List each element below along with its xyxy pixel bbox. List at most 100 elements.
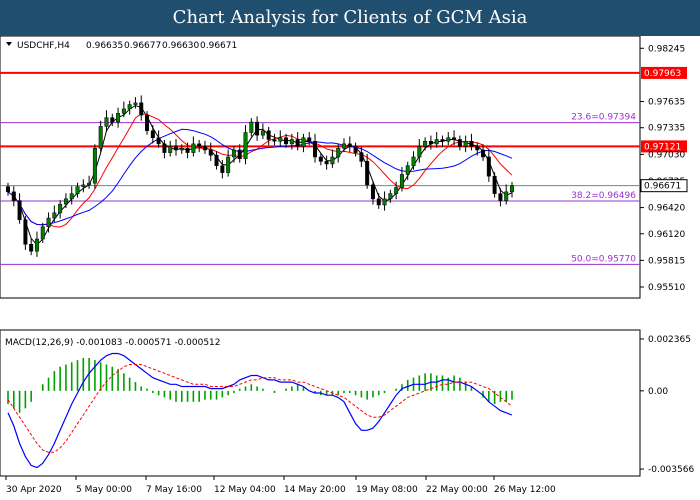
fib-label-1: 38.2=0.96496 xyxy=(571,191,636,201)
candle-body-16 xyxy=(98,126,103,149)
macd-tick-label-0: 0.002365 xyxy=(648,335,691,345)
candle-body-21 xyxy=(127,104,132,110)
time-tick-label-2: 7 May 16:00 xyxy=(146,485,202,495)
candle-body-71 xyxy=(417,146,422,158)
candle-body-8 xyxy=(52,212,57,219)
fib-label-0: 23.6=0.97394 xyxy=(571,113,636,123)
chart-header: USDCHF,H4 0.96635 0.96677 0.96630 0.9667… xyxy=(6,41,237,51)
candle-body-28 xyxy=(168,146,173,153)
time-tick-label-6: 22 May 00:00 xyxy=(426,485,488,495)
candle-body-17 xyxy=(104,117,109,127)
macd-label: MACD(12,26,9) -0.001083 -0.000571 -0.000… xyxy=(5,338,221,348)
candle-body-62 xyxy=(365,161,370,186)
candle-body-54 xyxy=(318,156,323,162)
time-tick-label-3: 12 May 04:00 xyxy=(214,485,276,495)
candle-body-25 xyxy=(150,130,155,139)
candle-body-70 xyxy=(411,156,416,166)
candle-body-60 xyxy=(353,146,358,153)
candle-body-18 xyxy=(110,117,115,123)
candle-body-69 xyxy=(405,165,410,175)
candle-body-11 xyxy=(69,193,74,200)
candle-body-24 xyxy=(145,114,150,132)
price-tick-label-2: 0.97335 xyxy=(648,124,685,134)
candle-body-68 xyxy=(399,174,404,188)
price-chart: 23.6=0.97394 38.2=0.96496 50.0=0.95770 0.9… xyxy=(0,36,694,495)
time-tick-label-5: 19 May 08:00 xyxy=(356,485,418,495)
resistance-box-label-0: 0.97963 xyxy=(644,69,681,79)
macd-axis: 0.002365 0.00 -0.003566 xyxy=(640,335,694,475)
candle-body-81 xyxy=(475,146,480,151)
candle-body-26 xyxy=(156,137,161,145)
candle-body-10 xyxy=(63,198,68,205)
candle-body-63 xyxy=(370,184,375,200)
candle-body-33 xyxy=(197,143,202,147)
candle-body-65 xyxy=(382,198,387,206)
time-tick-label-0: 30 Apr 2020 xyxy=(6,485,62,495)
candle-body-64 xyxy=(376,198,381,206)
candle-body-7 xyxy=(46,217,51,228)
fib-label-2: 50.0=0.95770 xyxy=(571,254,636,264)
candle-body-58 xyxy=(342,143,346,149)
candle-body-61 xyxy=(359,152,364,162)
chart-symbol: USDCHF,H4 xyxy=(17,41,70,51)
candle-body-44 xyxy=(260,130,265,136)
candle-body-57 xyxy=(336,147,341,158)
candle-body-87 xyxy=(510,185,514,193)
candle-body-51 xyxy=(301,137,306,147)
candle-body-86 xyxy=(504,191,509,201)
candle-body-35 xyxy=(208,149,213,156)
price-tick-label-5: 0.96420 xyxy=(648,204,685,214)
candle-body-0 xyxy=(6,186,10,193)
candle-body-36 xyxy=(214,154,219,166)
candle-body-3 xyxy=(23,219,28,245)
candle-body-12 xyxy=(75,186,80,194)
candle-body-48 xyxy=(284,137,289,145)
candle-body-29 xyxy=(174,146,178,151)
candle-body-23 xyxy=(139,102,144,116)
candle-body-2 xyxy=(17,200,22,221)
candle-body-1 xyxy=(11,191,16,201)
candle-body-59 xyxy=(347,143,352,147)
price-axis: 0.982450.976350.973350.970300.967250.964… xyxy=(640,44,685,293)
candle-body-49 xyxy=(289,139,294,145)
candle-body-78 xyxy=(457,139,462,147)
time-tick-label-4: 14 May 20:00 xyxy=(284,485,346,495)
candle-body-72 xyxy=(423,141,428,147)
candle-body-47 xyxy=(278,137,283,142)
chart-high: 0.96677 xyxy=(124,41,161,51)
chart-low: 0.96630 xyxy=(162,41,199,51)
candle-body-27 xyxy=(162,143,167,153)
candle-body-20 xyxy=(121,108,126,114)
candle-body-82 xyxy=(481,149,486,158)
price-tick-label-7: 0.95815 xyxy=(648,256,685,266)
time-tick-label-7: 26 May 12:00 xyxy=(494,485,556,495)
candle-body-74 xyxy=(434,139,439,145)
time-axis: 30 Apr 2020 5 May 00:00 7 May 16:00 12 May … xyxy=(5,476,556,495)
candle-body-46 xyxy=(272,139,277,142)
candle-body-32 xyxy=(191,143,196,153)
candle-body-50 xyxy=(295,139,300,147)
candle-body-77 xyxy=(452,137,457,140)
candle-body-75 xyxy=(440,139,445,142)
candle-body-84 xyxy=(492,175,497,194)
candle-body-73 xyxy=(428,141,433,145)
current-price-label: 0.96671 xyxy=(644,182,681,192)
candle-body-14 xyxy=(87,182,92,186)
candle-body-22 xyxy=(133,102,138,105)
price-tick-label-8: 0.95510 xyxy=(648,283,685,293)
candle-body-37 xyxy=(220,165,225,173)
candle-body-41 xyxy=(243,132,248,159)
time-tick-label-1: 5 May 00:00 xyxy=(76,485,132,495)
candle-body-34 xyxy=(202,146,207,151)
candle-body-5 xyxy=(34,238,39,252)
price-tick-label-6: 0.96120 xyxy=(648,230,685,240)
candle-body-83 xyxy=(486,156,491,177)
candle-body-67 xyxy=(394,187,399,194)
candle-body-38 xyxy=(226,156,231,173)
price-tick-label-3: 0.97030 xyxy=(648,150,685,160)
candle-body-66 xyxy=(388,193,393,200)
candle-body-30 xyxy=(179,147,184,151)
candle-body-19 xyxy=(116,113,121,123)
candle-body-76 xyxy=(446,137,451,142)
chart-open: 0.96635 xyxy=(86,41,123,51)
